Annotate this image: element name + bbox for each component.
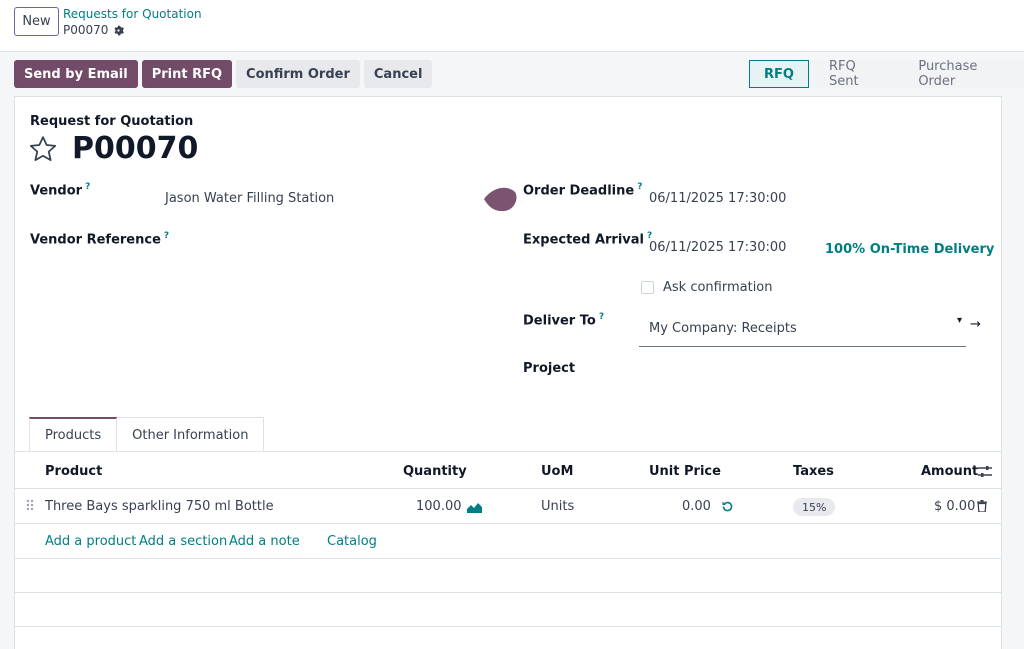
tab-products[interactable]: Products xyxy=(29,417,118,452)
vendor-label: Vendor? xyxy=(30,182,90,198)
cell-quantity[interactable]: 100.00 xyxy=(416,499,462,514)
drag-handle-icon[interactable] xyxy=(25,498,35,512)
add-note-link[interactable]: Add a note xyxy=(229,534,300,549)
cell-unit-price[interactable]: 0.00 xyxy=(682,499,711,514)
expected-arrival-label-text: Expected Arrival xyxy=(523,232,644,248)
forecast-chart-icon[interactable] xyxy=(467,502,482,513)
col-product[interactable]: Product xyxy=(45,464,102,479)
cell-amount: $ 0.00 xyxy=(934,499,976,514)
record-reference: P00070 xyxy=(63,23,125,37)
vendor-reference-label-text: Vendor Reference xyxy=(30,232,161,248)
deliver-to-label-text: Deliver To xyxy=(523,313,596,329)
chevron-down-icon[interactable]: ▾ xyxy=(957,315,962,326)
order-deadline-field[interactable]: 06/11/2025 17:30:00 xyxy=(649,191,786,206)
deliver-to-value: My Company: Receipts xyxy=(649,321,797,336)
internal-link-arrow-icon[interactable]: → xyxy=(970,317,981,332)
decorative-tag-shape xyxy=(484,187,517,212)
add-line-row: Add a product Add a section Add a note C… xyxy=(15,524,1001,559)
optional-columns-icon[interactable] xyxy=(978,465,992,478)
help-icon[interactable]: ? xyxy=(164,231,169,241)
tab-other-information[interactable]: Other Information xyxy=(117,417,265,452)
col-unit-price[interactable]: Unit Price xyxy=(649,464,721,479)
new-button[interactable]: New xyxy=(14,7,59,36)
action-bar: Send by Email Print RFQ Confirm Order Ca… xyxy=(14,60,433,88)
status-bar: RFQ RFQ Sent Purchase Order xyxy=(749,59,1024,89)
vendor-label-text: Vendor xyxy=(30,183,83,199)
star-icon[interactable] xyxy=(28,134,58,164)
send-by-email-button[interactable]: Send by Email xyxy=(14,60,138,88)
table-row[interactable]: Three Bays sparkling 750 ml Bottle 100.0… xyxy=(15,489,1001,524)
control-panel: New Requests for Quotation P00070 xyxy=(0,0,1024,52)
deliver-to-field[interactable]: My Company: Receipts xyxy=(639,314,966,347)
breadcrumb[interactable]: Requests for Quotation xyxy=(63,7,202,21)
empty-row xyxy=(15,559,1001,593)
catalog-link[interactable]: Catalog xyxy=(327,534,377,549)
stage-rfq[interactable]: RFQ xyxy=(749,60,809,88)
order-lines-table: Product Quantity UoM Unit Price Taxes Am… xyxy=(15,451,1001,627)
notebook-tabs: Products Other Information xyxy=(29,417,265,452)
col-taxes[interactable]: Taxes xyxy=(793,464,834,479)
table-header: Product Quantity UoM Unit Price Taxes Am… xyxy=(15,451,1001,489)
print-rfq-button[interactable]: Print RFQ xyxy=(141,60,233,88)
add-product-link[interactable]: Add a product xyxy=(45,534,136,549)
help-icon[interactable]: ? xyxy=(599,312,604,322)
ask-confirmation-checkbox[interactable] xyxy=(641,281,654,294)
record-ref-label: P00070 xyxy=(63,23,109,37)
order-deadline-label: Order Deadline? xyxy=(523,182,642,198)
document-title: P00070 xyxy=(72,131,199,166)
stage-rfq-sent[interactable]: RFQ Sent xyxy=(808,59,899,89)
stage-purchase-order[interactable]: Purchase Order xyxy=(898,59,1024,89)
project-label: Project xyxy=(523,361,576,376)
confirm-order-button[interactable]: Confirm Order xyxy=(236,60,360,88)
cancel-button[interactable]: Cancel xyxy=(363,60,433,88)
form-sheet: Request for Quotation P00070 Vendor? Jas… xyxy=(14,96,1002,649)
vendor-reference-label: Vendor Reference? xyxy=(30,231,169,247)
empty-row xyxy=(15,593,1001,627)
gear-icon[interactable] xyxy=(113,25,125,36)
add-section-link[interactable]: Add a section xyxy=(139,534,227,549)
ask-confirmation-label: Ask confirmation xyxy=(663,280,773,295)
tax-badge[interactable]: 15% xyxy=(793,498,836,516)
on-time-delivery-badge: 100% On-Time Delivery xyxy=(825,242,995,257)
trash-icon[interactable] xyxy=(977,500,987,512)
expected-arrival-label: Expected Arrival? xyxy=(523,231,652,247)
cell-uom[interactable]: Units xyxy=(541,499,574,514)
vendor-field[interactable]: Jason Water Filling Station xyxy=(165,191,334,206)
help-icon[interactable]: ? xyxy=(637,182,642,192)
order-deadline-label-text: Order Deadline xyxy=(523,183,635,199)
col-uom[interactable]: UoM xyxy=(541,464,573,479)
deliver-to-label: Deliver To? xyxy=(523,312,604,328)
expected-arrival-field[interactable]: 06/11/2025 17:30:00 xyxy=(649,240,786,255)
col-amount[interactable]: Amount xyxy=(921,464,978,479)
reset-price-icon[interactable] xyxy=(721,500,734,513)
document-type-label: Request for Quotation xyxy=(30,114,194,129)
cell-product[interactable]: Three Bays sparkling 750 ml Bottle xyxy=(45,499,274,514)
col-quantity[interactable]: Quantity xyxy=(403,464,467,479)
help-icon[interactable]: ? xyxy=(85,182,90,192)
